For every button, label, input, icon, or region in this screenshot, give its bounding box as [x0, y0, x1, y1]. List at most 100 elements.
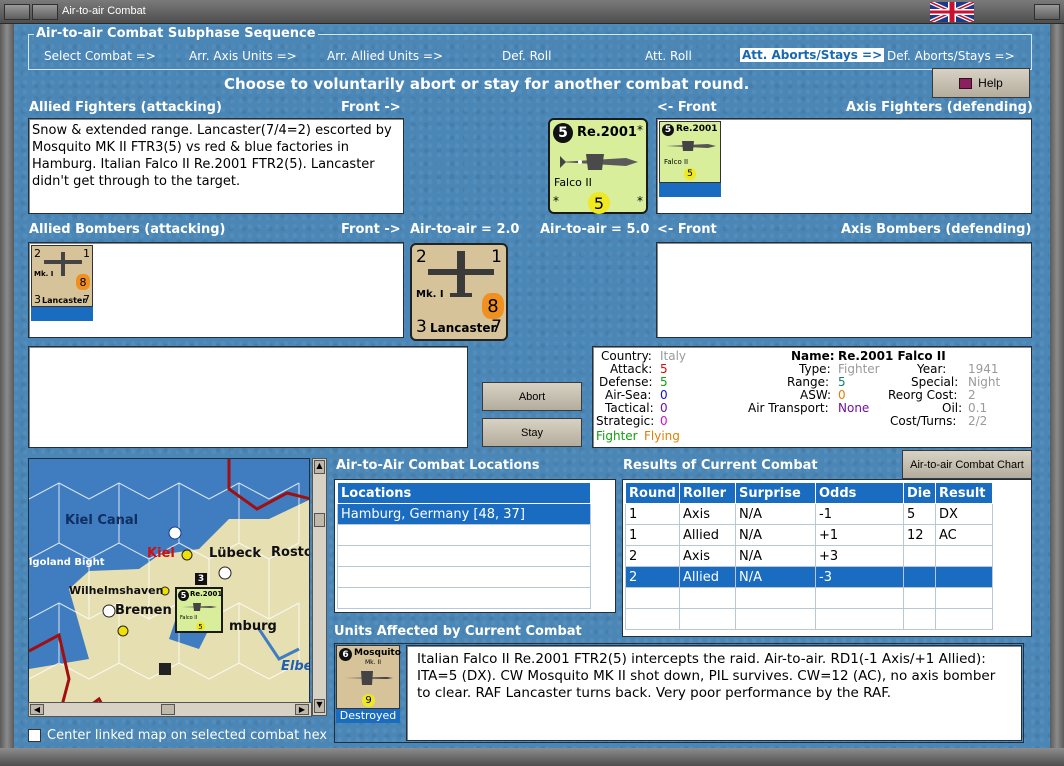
attack-value: 5 [660, 362, 668, 376]
location-row[interactable]: Hamburg, Germany [48, 37] [337, 503, 591, 525]
type-label: Type: [799, 362, 831, 376]
allied-fighters-front: Front -> [341, 100, 401, 115]
affected-unit-slot[interactable]: 6 Mosquito Mk. II 9 Destroyed [336, 645, 402, 723]
results-cell [935, 566, 993, 588]
mosquito-status: Destroyed [336, 709, 400, 723]
minimize-button[interactable] [32, 4, 58, 20]
linked-map[interactable]: Kiel Canal Kiel Lübeck Rosto lgoland Big… [28, 458, 310, 716]
map-scroll-up-icon[interactable]: ▲ [314, 460, 325, 474]
center-map-checkbox-row[interactable]: Center linked map on selected combat hex [28, 726, 330, 744]
map-vscrollbar[interactable]: ▲ ▼ [312, 458, 327, 716]
location-cell: Hamburg, Germany [48, 37] [337, 503, 591, 525]
map-scroll-down-icon[interactable]: ▼ [314, 699, 325, 713]
results-row[interactable]: 2 Axis N/A +3 [625, 545, 993, 567]
class-flying: Flying [644, 429, 680, 443]
results-cell: 5 [903, 503, 936, 525]
axis-fighter-slot[interactable]: 5 Re.2001 Falco II 5 [659, 121, 721, 197]
defense-label: Defense: [599, 375, 653, 389]
map-label-kiel: Kiel [147, 546, 175, 561]
seq-step-def-aborts[interactable]: Def. Aborts/Stays => [887, 49, 1015, 63]
seq-step-arr-allied[interactable]: Arr. Allied Units => [327, 49, 443, 63]
affected-text-box[interactable]: Italian Falco II Re.2001 FTR2(5) interce… [406, 645, 1022, 741]
mosquito-counter: 6 Mosquito Mk. II 9 [336, 645, 401, 709]
results-cell: +1 [815, 524, 904, 546]
lanc-name: Lancaster [430, 321, 497, 335]
lanc-small-mk: Mk. I [34, 270, 54, 278]
air-to-air-right: Air-to-air = 5.0 [540, 222, 650, 237]
map-scroll-left-icon[interactable]: ◀ [30, 704, 44, 715]
mosquito-mk: Mk. II [365, 659, 382, 666]
map-vscroll-thumb[interactable] [314, 513, 325, 527]
results-col-round[interactable]: Round [625, 482, 680, 504]
map-label-bremen: Bremen [115, 603, 172, 618]
seq-step-arr-axis[interactable]: Arr. Axis Units => [189, 49, 297, 63]
combat-chart-button[interactable]: Air-to-air Combat Chart [902, 450, 1032, 479]
cost-label: Cost/Turns: [890, 414, 957, 428]
map-unit-top: 5 [178, 590, 189, 601]
lanc-br: 7 [491, 317, 502, 337]
selected-unit-bar [31, 307, 93, 321]
results-cell [903, 545, 936, 567]
locations-column-header[interactable]: Locations [337, 482, 591, 504]
window-title: Air-to-air Combat [62, 5, 146, 17]
results-col-roller[interactable]: Roller [679, 482, 736, 504]
combat-notes-box[interactable]: Snow & extended range. Lancaster(7/4=2) … [28, 118, 404, 214]
locations-title: Air-to-Air Combat Locations [336, 458, 540, 473]
selected-unit-bar [659, 183, 721, 197]
allied-bomber-slot[interactable]: 2 1 Mk. I 8 3 Lancaster 7 [31, 245, 93, 321]
uk-flag-icon [930, 2, 974, 22]
seq-step-select-combat[interactable]: Select Combat => [44, 49, 156, 63]
results-cell: N/A [735, 566, 816, 588]
falco-small-top: 5 [662, 124, 674, 136]
axis-fighters-box[interactable]: 5 Re.2001 Falco II 5 [656, 118, 1032, 214]
results-col-die[interactable]: Die [903, 482, 936, 504]
close-button[interactable] [1034, 4, 1060, 20]
selected-bomber-counter[interactable]: 2 1 Mk. I 8 3 Lancaster 7 [410, 243, 508, 341]
window-menu-button[interactable] [4, 4, 30, 20]
map-scroll-right-icon[interactable]: ▶ [295, 704, 309, 715]
frame-bottom [0, 748, 1064, 766]
map-hscroll-thumb[interactable] [161, 704, 175, 715]
allied-bombers-box[interactable]: 2 1 Mk. I 8 3 Lancaster 7 [28, 242, 404, 338]
results-col-surprise[interactable]: Surprise [735, 482, 816, 504]
year-value: 1941 [968, 362, 999, 376]
unit-info-panel: Country: Italy Attack: 5 Defense: 5 Air-… [592, 346, 1032, 448]
message-box[interactable] [28, 346, 468, 448]
center-map-checkbox[interactable] [28, 728, 41, 742]
axis-bombers-box[interactable] [656, 242, 1032, 338]
map-hscrollbar[interactable]: ◀ ▶ [28, 702, 312, 717]
lanc-mk: Mk. I [416, 289, 444, 300]
stay-button[interactable]: Stay [482, 418, 582, 447]
results-cell: 12 [903, 524, 936, 546]
selected-fighter-counter[interactable]: 5 Re.2001 * Falco II * 5 * [548, 118, 648, 214]
seq-step-att-roll[interactable]: Att. Roll [645, 49, 692, 63]
location-row-empty [337, 524, 591, 546]
seq-step-def-roll[interactable]: Def. Roll [502, 49, 551, 63]
falco-top-number: 5 [553, 123, 573, 143]
results-cell: Axis [679, 545, 736, 567]
locations-table: Locations Hamburg, Germany [48, 37] [337, 482, 591, 609]
results-cell: Allied [679, 566, 736, 588]
results-col-odds[interactable]: Odds [815, 482, 904, 504]
locations-list[interactable]: Locations Hamburg, Germany [48, 37] [334, 479, 616, 613]
year-label: Year: [917, 362, 947, 376]
help-button[interactable]: Help [932, 68, 1030, 98]
results-row-selected[interactable]: 2 Allied N/A -3 [625, 566, 993, 588]
results-col-result[interactable]: Result [935, 482, 993, 504]
range-value: 5 [838, 375, 846, 389]
results-row[interactable]: 1 Axis N/A -1 5 DX [625, 503, 993, 525]
results-cell: Allied [679, 524, 736, 546]
map-unit-counter[interactable]: 5 Re.2001 Falco II 5 [175, 587, 223, 633]
seq-step-att-aborts[interactable]: Att. Aborts/Stays => [740, 48, 885, 62]
frame-left [0, 24, 14, 766]
mosquito-plane-icon [345, 671, 393, 685]
country-value: Italy [660, 349, 687, 363]
results-row[interactable]: 1 Allied N/A +1 12 AC [625, 524, 993, 546]
name-value: Re.2001 Falco II [838, 349, 946, 363]
results-table-box[interactable]: Round Roller Surprise Odds Die Result 1 … [622, 479, 1032, 637]
abort-button[interactable]: Abort [482, 382, 582, 411]
results-cell: AC [935, 524, 993, 546]
transport-label: Air Transport: [748, 401, 829, 415]
mosquito-val: 9 [362, 694, 375, 707]
fighter-plane-icon [560, 154, 638, 170]
